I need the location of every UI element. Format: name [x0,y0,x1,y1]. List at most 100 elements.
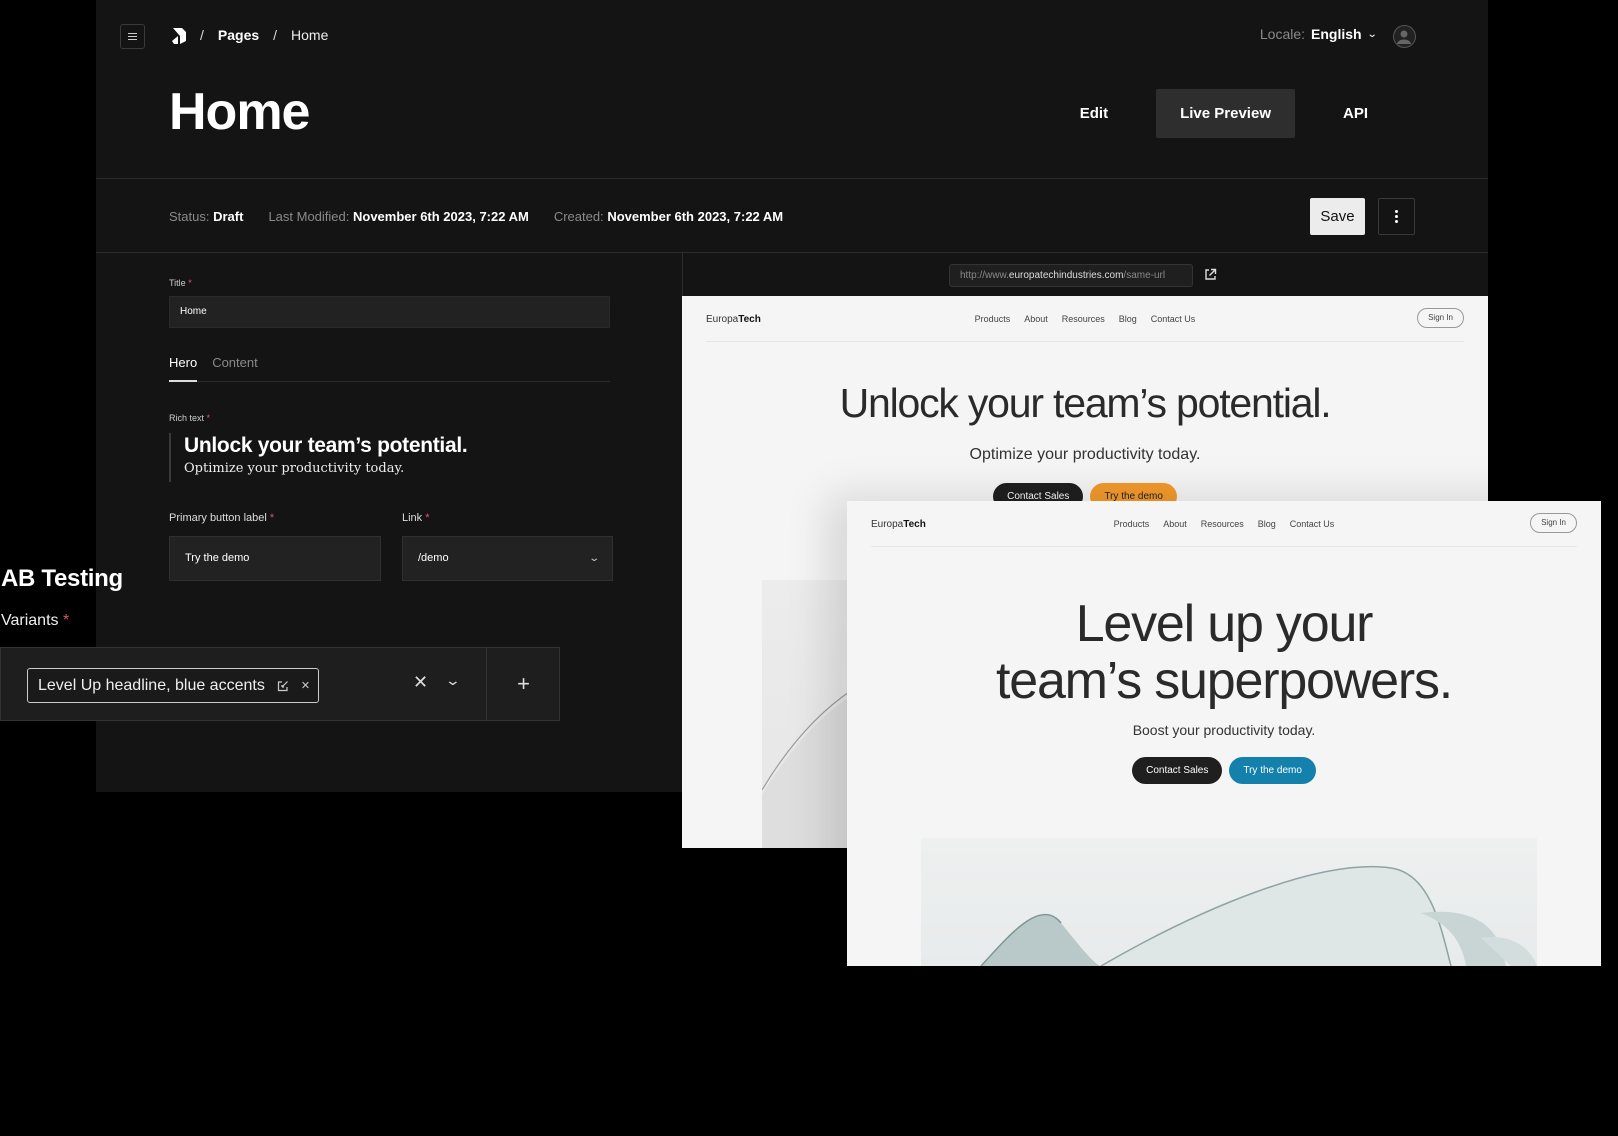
rich-text-label-text: Rich text [169,413,205,423]
external-link-icon[interactable] [1204,268,1217,281]
save-button[interactable]: Save [1310,198,1365,235]
nav-products[interactable]: Products [975,314,1011,324]
kebab-menu-icon [1395,215,1398,218]
hero-headline-line-1: Level up your [1075,595,1374,653]
brand-light: Europa [871,519,904,530]
breadcrumb-pages[interactable]: Pages [218,27,259,43]
plus-icon: + [517,671,530,696]
url-domain: europatechindustries.com [1008,270,1124,281]
user-avatar[interactable] [1393,25,1416,48]
nav-contact[interactable]: Contact Us [1151,314,1196,324]
title-field-label: Title * [169,278,192,288]
user-icon [1397,30,1411,44]
locale-selector[interactable]: Locale: English ⌄ [1259,26,1377,42]
sign-in-button[interactable]: Sign In [1530,513,1577,533]
ab-testing-title: AB Testing [1,565,123,592]
preview-url-bar[interactable]: http://www.europatechindustries.com/same… [949,264,1193,287]
brand-bold: Tech [738,314,761,325]
nav-blog[interactable]: Blog [1119,314,1137,324]
variants-label: Variants * [1,612,69,630]
edit-icon[interactable] [277,680,289,692]
site-nav-links: Products About Resources Blog Contact Us [1114,519,1335,529]
required-mark: * [206,413,211,423]
variants-label-text: Variants [1,612,59,629]
abstract-shape-icon [980,866,1537,966]
brand-bold: Tech [903,519,926,530]
tab-hero[interactable]: Hero [169,355,198,382]
link-label-text: Link [402,512,423,524]
sign-in-button[interactable]: Sign In [1417,308,1464,328]
tab-edit[interactable]: Edit [1056,89,1132,138]
site-brand[interactable]: EuropaTech [706,314,761,325]
remove-variant-icon[interactable]: ✕ [301,679,310,692]
variant-picker: Level Up headline, blue accents ✕ ✕ ⌄ + [0,647,560,721]
rich-text-paragraph[interactable]: Optimize your productivity today. [184,459,467,479]
title-label-text: Title [169,278,186,288]
rich-text-editor[interactable]: Unlock your team’s potential. Optimize y… [169,433,468,482]
hero-headline-line-2: team’s superpowers. [995,652,1453,710]
variant-chip[interactable]: Level Up headline, blue accents ✕ [27,668,320,703]
clear-selection-icon[interactable]: ✕ [413,672,428,693]
tab-content[interactable]: Content [212,355,258,382]
nav-products[interactable]: Products [1114,519,1150,529]
hero-subhead: Boost your productivity today. [1132,722,1316,738]
site-nav-links: Products About Resources Blog Contact Us [975,314,1196,324]
site-nav: EuropaTech Products About Resources Blog… [871,501,1577,547]
primary-button-label-text: Primary button label [169,512,267,524]
more-options-button[interactable] [1378,198,1415,235]
chevron-down-icon[interactable]: ⌄ [445,672,461,689]
breadcrumb: / Pages / Home [200,27,328,43]
status-label: Status: [169,209,210,224]
primary-button-label-input[interactable]: Try the demo [169,536,381,581]
required-mark: * [62,612,70,629]
divider [96,252,1488,253]
site-nav: EuropaTech Products About Resources Blog… [706,296,1464,342]
hero-headline: Level up your team’s superpowers. [847,596,1601,710]
app-logo-icon[interactable] [170,27,188,45]
modified-value: November 6th 2023, 7:22 AM [353,209,529,224]
add-variant-button[interactable]: + [486,648,560,720]
url-prefix: http://www. [960,270,1009,281]
locale-value[interactable]: English [1311,26,1362,42]
chevron-down-icon[interactable]: ⌄ [1366,29,1377,40]
breadcrumb-separator: / [273,27,278,43]
site-brand[interactable]: EuropaTech [871,519,926,530]
page-title: Home [169,83,310,141]
required-mark: * [425,512,430,524]
created-value: November 6th 2023, 7:22 AM [607,209,784,224]
sidebar-toggle-button[interactable] [120,24,145,49]
hero-image [921,838,1537,966]
try-demo-button[interactable]: Try the demo [1229,757,1316,784]
title-input[interactable]: Home [169,296,610,328]
hero-subhead: Optimize your productivity today. [969,446,1201,463]
locale-label: Locale: [1259,26,1306,42]
live-preview-variant-b: EuropaTech Products About Resources Blog… [847,501,1601,966]
hero-cta-row: Contact Sales Try the demo [847,757,1601,784]
modified-label: Last Modified: [268,209,350,224]
brand-light: Europa [706,314,739,325]
contact-sales-button[interactable]: Contact Sales [1132,757,1223,784]
primary-button-label-field-label: Primary button label * [169,512,274,524]
rich-text-label: Rich text * [169,413,210,423]
url-path: /same-url [1123,270,1166,281]
view-mode-tabs: Edit Live Preview API [1056,89,1392,138]
link-select[interactable]: /demo ⌄ [402,536,613,581]
nav-contact[interactable]: Contact Us [1290,519,1335,529]
nav-resources[interactable]: Resources [1201,519,1244,529]
variant-chip-label: Level Up headline, blue accents [38,676,265,694]
nav-resources[interactable]: Resources [1062,314,1105,324]
tab-api[interactable]: API [1319,89,1392,138]
nav-blog[interactable]: Blog [1258,519,1276,529]
breadcrumb-current: Home [291,27,329,43]
required-mark: * [269,512,275,524]
nav-about[interactable]: About [1163,519,1187,529]
required-mark: * [188,278,192,288]
hero-headline: Unlock your team’s potential. [839,380,1332,426]
nav-about[interactable]: About [1024,314,1048,324]
entry-meta: Status: Draft Last Modified: November 6t… [169,209,783,224]
created-label: Created: [553,209,604,224]
tab-live-preview[interactable]: Live Preview [1156,89,1295,138]
divider [96,178,1488,179]
breadcrumb-separator: / [200,27,204,43]
rich-text-heading[interactable]: Unlock your team’s potential. [184,433,468,459]
